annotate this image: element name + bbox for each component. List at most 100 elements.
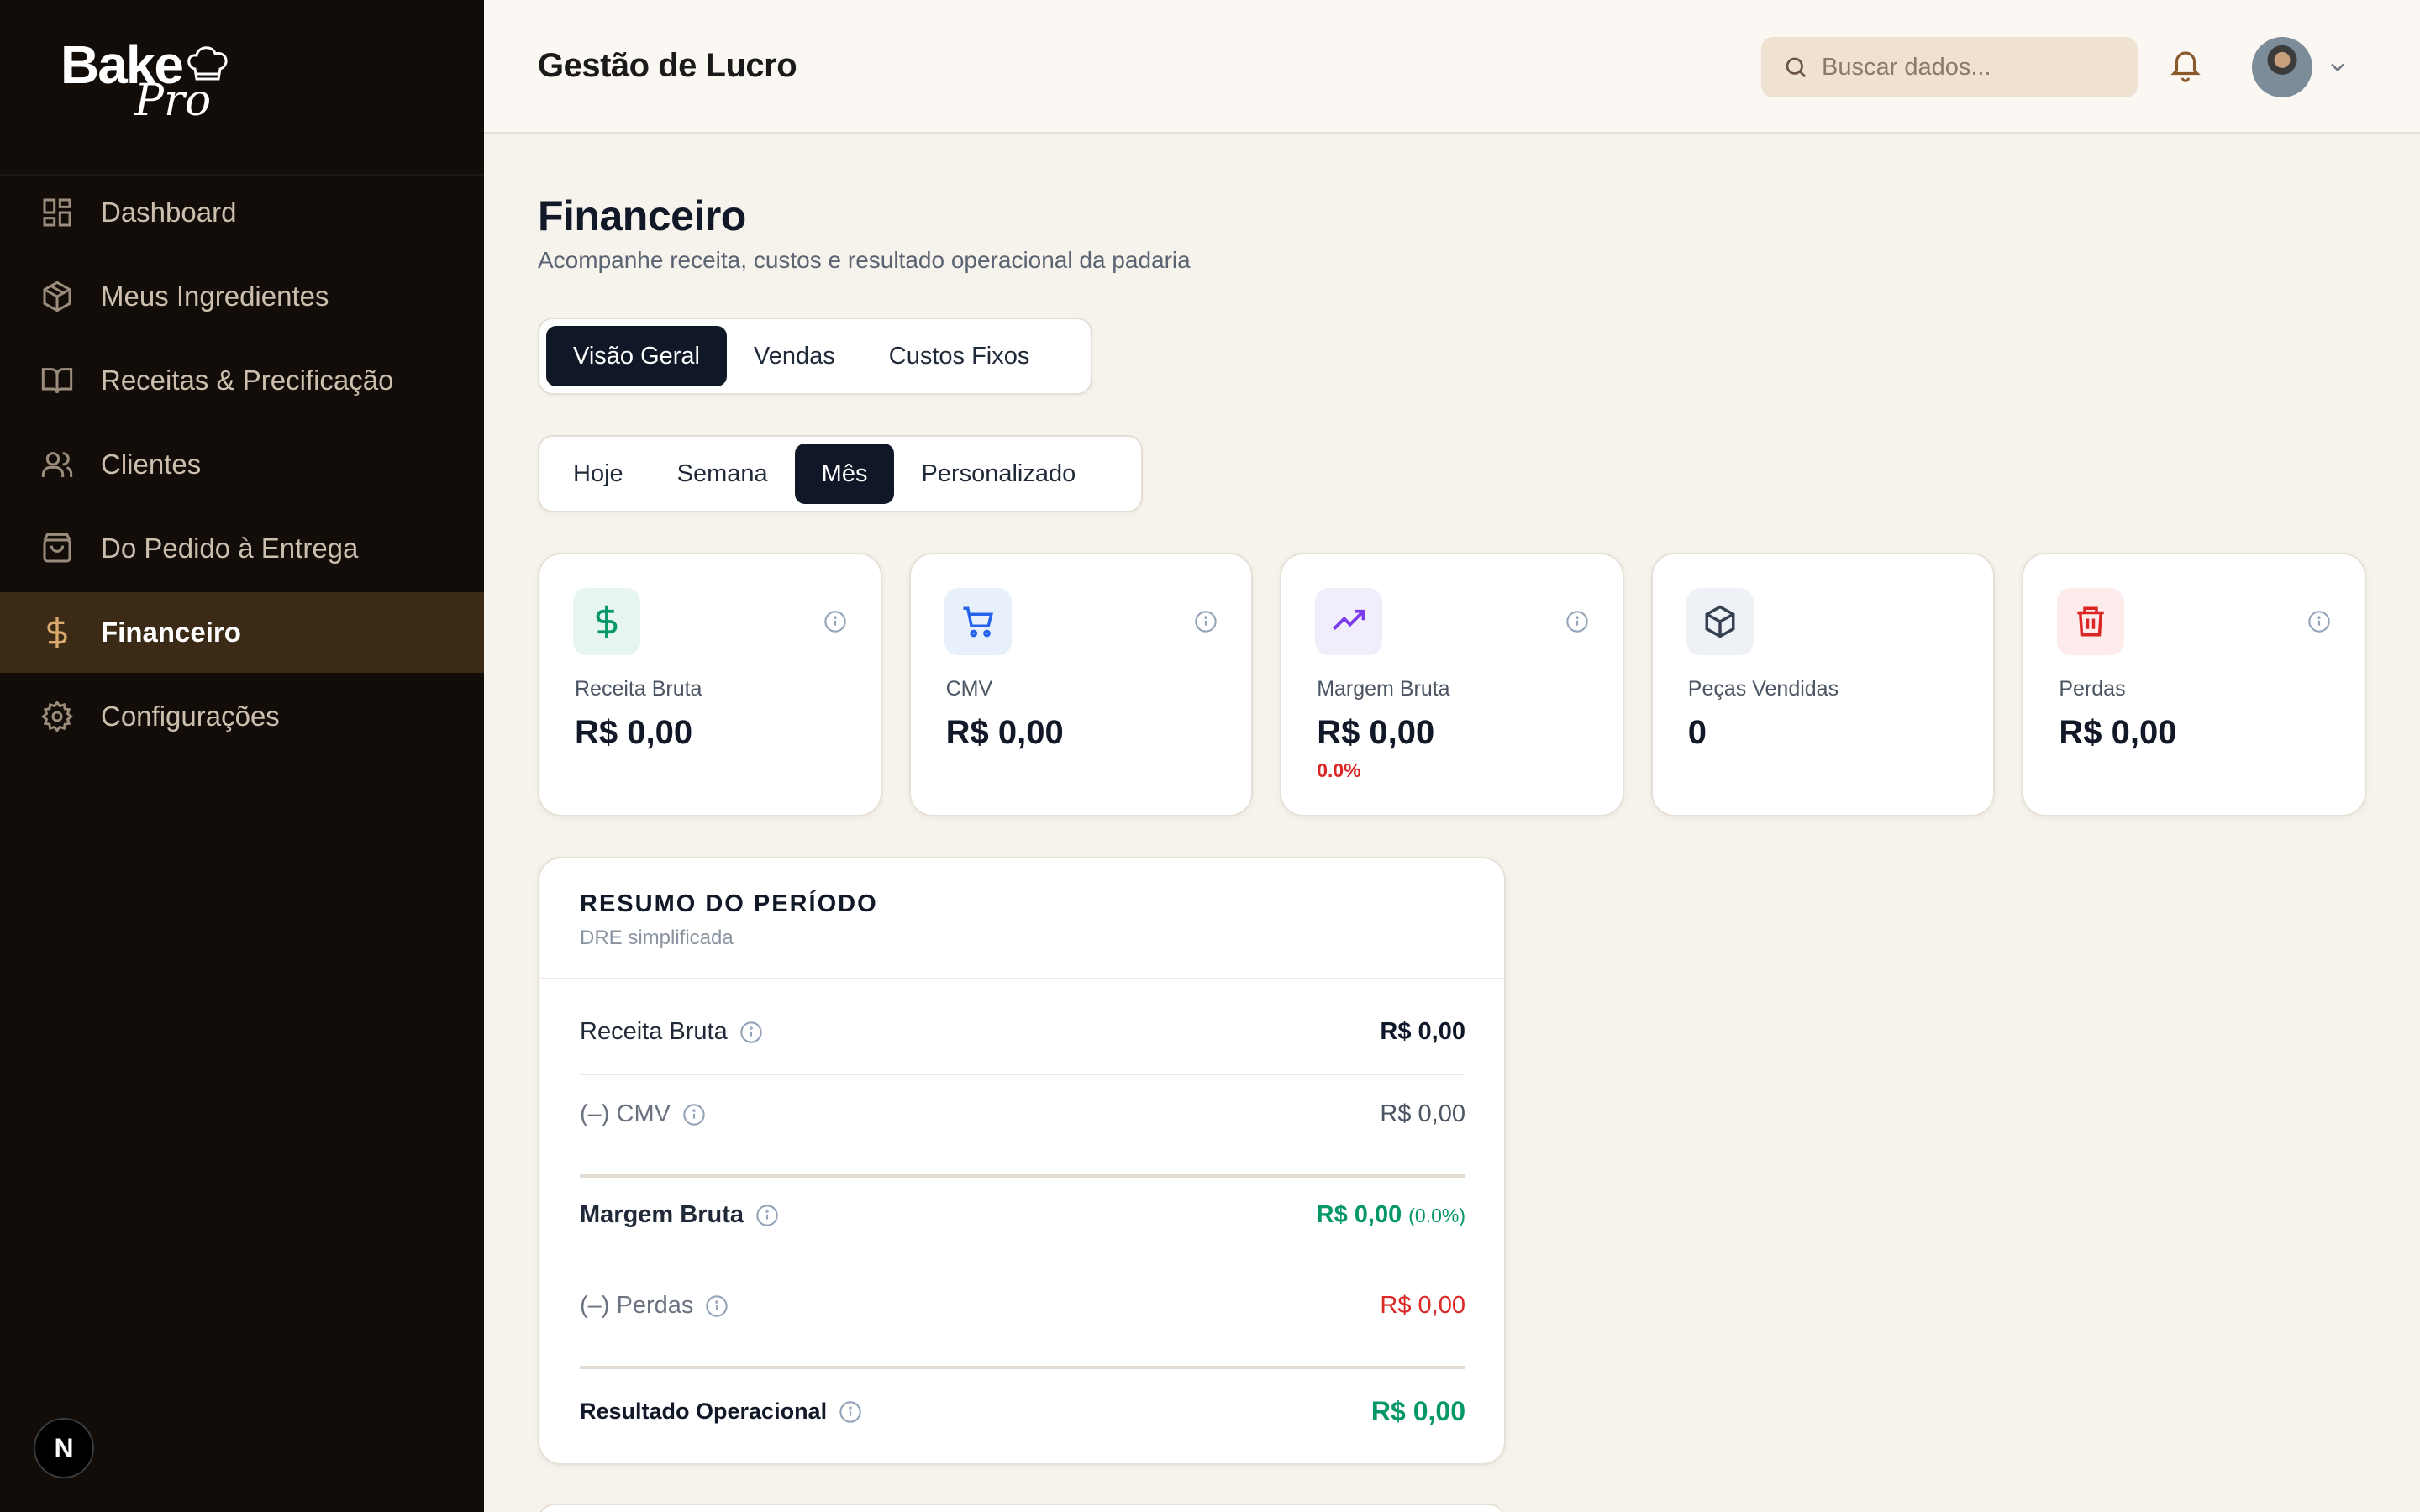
info-icon[interactable] [1194, 610, 1218, 633]
tab-vendas[interactable]: Vendas [727, 326, 862, 386]
row-label-wrap: Receita Bruta [580, 1018, 763, 1046]
period-hoje[interactable]: Hoje [546, 444, 650, 504]
gear-icon [40, 700, 74, 733]
sidebar-nav: Dashboard Meus Ingredientes Receitas & P… [0, 172, 484, 760]
row-value-wrap: R$ 0,00 (0.0%) [1317, 1201, 1465, 1229]
framework-badge[interactable]: N [34, 1418, 94, 1478]
row-value: R$ 0,00 [1370, 1396, 1465, 1426]
package-icon [1686, 588, 1754, 655]
kpi-card-receita-bruta: Receita Bruta R$ 0,00 [538, 553, 882, 816]
sidebar-item-pedidos[interactable]: Do Pedido à Entrega [0, 508, 484, 589]
sidebar-item-receitas[interactable]: Receitas & Precificação [0, 340, 484, 421]
kpi-percentage: 0.0% [1317, 759, 1361, 781]
grid-icon [43, 198, 71, 227]
kpi-label: CMV [945, 677, 993, 701]
sidebar-item-label: Receitas & Precificação [101, 365, 394, 396]
period-semana[interactable]: Semana [650, 444, 795, 504]
row-percentage: (0.0%) [1408, 1205, 1465, 1226]
summary-row-cmv: (–) CMV R$ 0,00 [580, 1100, 1465, 1128]
search-box[interactable] [1761, 37, 2138, 97]
row-label-wrap: Resultado Operacional [580, 1399, 862, 1425]
user-menu-toggle[interactable] [2326, 55, 2349, 83]
page-subtitle: Acompanhe receita, custos e resultado op… [538, 247, 1191, 273]
kpi-value: 0 [1687, 714, 1707, 751]
book-icon [41, 368, 73, 394]
kpi-value: R$ 0,00 [2059, 714, 2177, 751]
info-icon[interactable] [705, 1294, 729, 1318]
box-icon [43, 281, 71, 312]
kpi-card-pecas-vendidas: Peças Vendidas 0 [1650, 553, 1996, 816]
kpi-card-cmv: CMV R$ 0,00 [908, 553, 1254, 816]
kpi-value: R$ 0,00 [575, 714, 693, 751]
kpi-cards: Receita Bruta R$ 0,00 CMV R$ 0,00 Margem… [538, 553, 2366, 816]
summary-divider [580, 1174, 1465, 1178]
kpi-label: Margem Bruta [1317, 677, 1450, 701]
cart-icon [944, 588, 1012, 655]
bakepro-logo[interactable]: Bake Pro [60, 34, 262, 143]
row-label: (–) CMV [580, 1100, 671, 1127]
kpi-label: Receita Bruta [575, 677, 702, 701]
sidebar-item-label: Financeiro [101, 617, 241, 648]
dollar-icon [47, 617, 67, 648]
sidebar-item-configuracoes[interactable]: Configurações [0, 676, 484, 757]
row-label: (–) Perdas [580, 1292, 694, 1319]
sidebar-item-financeiro[interactable]: Financeiro [0, 592, 484, 673]
row-label-wrap: (–) Perdas [580, 1292, 729, 1320]
topbar-title: Gestão de Lucro [538, 47, 797, 84]
topbar: Gestão de Lucro [484, 0, 2420, 134]
chevron-down-icon [2331, 63, 2344, 72]
row-value: R$ 0,00 [1380, 1292, 1465, 1319]
summary-row-margem: Margem Bruta R$ 0,00 (0.0%) [580, 1201, 1465, 1229]
summary-subtitle: DRE simplificada [580, 927, 734, 949]
sidebar-item-label: Meus Ingredientes [101, 281, 329, 312]
summary-row-receita: Receita Bruta R$ 0,00 [580, 1018, 1465, 1046]
summary-header: RESUMO DO PERÍODO DRE simplificada [539, 858, 1504, 979]
sidebar-item-label: Dashboard [101, 197, 237, 228]
row-value: R$ 0,00 [1380, 1018, 1465, 1045]
view-tabs: Visão Geral Vendas Custos Fixos [538, 318, 1092, 395]
search-input[interactable] [1822, 53, 2124, 81]
period-selector: Hoje Semana Mês Personalizado [538, 435, 1143, 512]
info-icon[interactable] [739, 1021, 763, 1044]
kpi-value: R$ 0,00 [1317, 714, 1435, 751]
summary-row-perdas: (–) Perdas R$ 0,00 [580, 1292, 1465, 1320]
row-value: R$ 0,00 [1316, 1201, 1402, 1228]
summary-card: RESUMO DO PERÍODO DRE simplificada Recei… [538, 857, 1506, 1465]
trash-icon [2057, 588, 2125, 655]
sidebar-item-ingredientes[interactable]: Meus Ingredientes [0, 256, 484, 337]
info-icon[interactable] [839, 1400, 862, 1424]
chef-hat-icon [187, 46, 228, 81]
next-section-card [538, 1504, 1506, 1512]
row-label: Resultado Operacional [580, 1399, 828, 1424]
info-icon[interactable] [682, 1103, 706, 1126]
avatar[interactable] [2252, 37, 2312, 97]
page-title: Financeiro [538, 192, 746, 239]
summary-row-resultado: Resultado Operacional R$ 0,00 [580, 1396, 1465, 1427]
period-mes[interactable]: Mês [794, 444, 895, 504]
sidebar-item-clientes[interactable]: Clientes [0, 424, 484, 505]
search-icon [1786, 57, 1807, 78]
tab-visao-geral[interactable]: Visão Geral [546, 326, 727, 386]
info-icon[interactable] [823, 610, 847, 633]
bell-icon [2170, 51, 2201, 82]
shopping-bag-icon [43, 533, 71, 563]
kpi-label: Peças Vendidas [1687, 677, 1839, 701]
sidebar: Bake Pro Dashboard Meus Ingredientes Rec… [0, 0, 484, 1512]
dollar-icon [573, 588, 640, 655]
sidebar-item-label: Do Pedido à Entrega [101, 533, 359, 564]
summary-divider [580, 1074, 1465, 1075]
info-icon[interactable] [2307, 610, 2331, 633]
summary-title: RESUMO DO PERÍODO [580, 890, 878, 917]
sidebar-item-label: Clientes [101, 449, 202, 480]
row-label-wrap: Margem Bruta [580, 1201, 779, 1229]
sidebar-item-dashboard[interactable]: Dashboard [0, 172, 484, 253]
kpi-value: R$ 0,00 [945, 714, 1064, 751]
notifications-button[interactable] [2168, 47, 2203, 87]
users-icon [41, 452, 73, 477]
row-label: Margem Bruta [580, 1201, 744, 1228]
info-icon[interactable] [1565, 610, 1589, 633]
trending-up-icon [1315, 588, 1383, 655]
period-personalizado[interactable]: Personalizado [894, 444, 1102, 504]
tab-custos-fixos[interactable]: Custos Fixos [862, 326, 1057, 386]
info-icon[interactable] [755, 1204, 779, 1227]
